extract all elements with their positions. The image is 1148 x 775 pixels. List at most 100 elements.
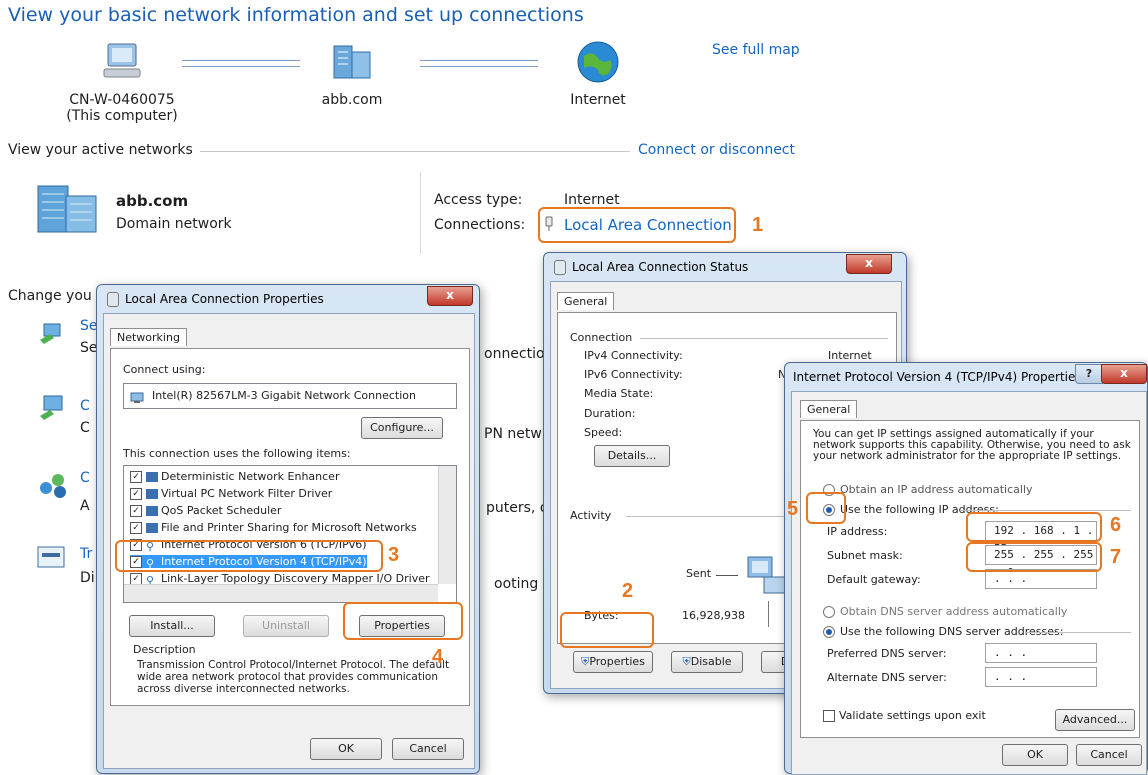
list-scrollbar-h[interactable] xyxy=(124,584,438,602)
configure-button[interactable]: Configure... xyxy=(361,417,443,439)
uninstall-button[interactable]: Uninstall xyxy=(243,615,329,637)
step-1-marker: 1 xyxy=(752,214,764,236)
help-button[interactable]: ? xyxy=(1075,364,1103,384)
network-building-icon xyxy=(36,180,100,236)
tab-general[interactable]: General xyxy=(557,292,615,310)
ip-address-label: IP address: xyxy=(827,525,888,538)
status-window-title: Local Area Connection Status xyxy=(572,260,749,274)
computer-name: CN-W-0460075 xyxy=(69,92,175,108)
validate-label: Validate settings upon exit xyxy=(839,709,986,722)
connect-using-label: Connect using: xyxy=(123,363,206,376)
ok-button[interactable]: OK xyxy=(310,738,382,760)
speed-label: Speed: xyxy=(584,426,623,439)
window-icon xyxy=(107,292,119,307)
change-item-2-desc: C xyxy=(80,420,90,436)
tab-networking[interactable]: Networking xyxy=(110,328,187,346)
bytes-value: 16,928,938 xyxy=(682,609,745,622)
step-2-marker: 2 xyxy=(622,580,634,602)
components-list[interactable]: ✓ Deterministic Network Enhancer ✓ Virtual… xyxy=(123,465,457,603)
default-gateway-label: Default gateway: xyxy=(827,573,921,586)
intro-text: You can get IP settings assigned automat… xyxy=(813,428,1131,462)
computer-sub: (This computer) xyxy=(66,108,178,124)
disable-button[interactable]: ⛨Disable xyxy=(671,651,743,673)
description-text: Transmission Control Protocol/Internet P… xyxy=(137,659,450,695)
step-6-marker: 6 xyxy=(1110,514,1122,536)
step-7-marker: 7 xyxy=(1110,546,1122,568)
disable-label: Disable xyxy=(690,655,732,668)
sent-label: Sent xyxy=(686,567,712,580)
change-item-3-title[interactable]: C xyxy=(80,470,90,486)
ipv4-connectivity-label: IPv4 Connectivity: xyxy=(584,349,683,362)
ipv4-connectivity-value: Internet xyxy=(828,349,872,362)
preferred-dns-field[interactable]: . . . xyxy=(985,643,1097,663)
details-button[interactable]: Details... xyxy=(594,445,670,467)
homegroup-icon xyxy=(38,470,68,500)
items-label: This connection uses the following items… xyxy=(123,447,351,460)
properties-window-title: Local Area Connection Properties xyxy=(125,292,324,306)
advanced-button[interactable]: Advanced... xyxy=(1055,709,1135,731)
connections-label: Connections: xyxy=(434,217,526,233)
peek-text-1: onnectio xyxy=(484,346,545,362)
window-icon xyxy=(554,260,566,275)
list-item[interactable]: ✓ Deterministic Network Enhancer xyxy=(130,470,339,483)
network-name: abb.com xyxy=(116,192,189,210)
close-button[interactable]: x xyxy=(427,286,473,306)
change-settings-label: Change you xyxy=(8,288,92,304)
domain-label: abb.com xyxy=(321,92,383,108)
default-gateway-field[interactable]: . . . xyxy=(985,569,1097,589)
globe-icon xyxy=(576,40,620,84)
cancel-button[interactable]: Cancel xyxy=(1076,744,1142,766)
install-button[interactable]: Install... xyxy=(129,615,215,637)
list-item[interactable]: ✓ QoS Packet Scheduler xyxy=(130,504,281,517)
change-item-3-desc: A xyxy=(80,498,90,514)
status-properties-button[interactable]: ⛨Properties xyxy=(573,651,653,673)
peek-text-2: PN netw xyxy=(484,426,542,442)
step-4-marker: 4 xyxy=(432,646,444,668)
step-3-marker: 3 xyxy=(388,544,400,566)
cancel-button[interactable]: Cancel xyxy=(392,738,464,760)
activity-group-label: Activity xyxy=(570,509,612,522)
change-item-4-title[interactable]: Tr xyxy=(80,546,92,562)
computer-icon xyxy=(102,42,142,80)
connection-group-label: Connection xyxy=(570,331,633,344)
alternate-dns-field[interactable]: . . . xyxy=(985,667,1097,687)
subnet-mask-label: Subnet mask: xyxy=(827,549,903,562)
use-following-dns-radio[interactable] xyxy=(823,626,835,638)
properties-window: Local Area Connection Properties x Netwo… xyxy=(96,284,480,774)
step-5-marker: 5 xyxy=(787,498,799,520)
peek-text-4: ooting i xyxy=(494,576,547,592)
page-title: View your basic network information and … xyxy=(8,4,584,26)
validate-checkbox[interactable] xyxy=(823,710,835,722)
list-item[interactable]: ✓ Virtual PC Network Filter Driver xyxy=(130,487,332,500)
list-item[interactable]: ✓ File and Printer Sharing for Microsoft … xyxy=(130,521,417,534)
change-item-4-desc: Di xyxy=(80,570,95,586)
adapter-box: Intel(R) 82567LM-3 Gigabit Network Conne… xyxy=(123,383,457,409)
setup-connection-icon xyxy=(38,318,68,348)
connect-or-disconnect-link[interactable]: Connect or disconnect xyxy=(638,142,795,158)
ipv4-window-title: Internet Protocol Version 4 (TCP/IPv4) P… xyxy=(793,370,1082,384)
close-button[interactable]: x xyxy=(846,254,892,274)
media-state-label: Media State: xyxy=(584,387,654,400)
obtain-dns-radio[interactable] xyxy=(823,606,835,618)
ok-button[interactable]: OK xyxy=(1002,744,1068,766)
change-item-1-desc: Se xyxy=(80,340,98,356)
adapter-name: Intel(R) 82567LM-3 Gigabit Network Conne… xyxy=(152,389,416,402)
peek-text-3: puters, o xyxy=(486,500,549,516)
change-item-1-title[interactable]: Se xyxy=(80,318,98,334)
obtain-ip-label: Obtain an IP address automatically xyxy=(840,483,1033,496)
troubleshoot-icon xyxy=(36,545,66,571)
see-full-map-link[interactable]: See full map xyxy=(712,42,800,58)
description-label: Description xyxy=(133,643,196,656)
network-type: Domain network xyxy=(116,216,232,232)
connect-network-icon xyxy=(38,392,68,422)
obtain-dns-label: Obtain DNS server address automatically xyxy=(840,605,1068,618)
list-scrollbar[interactable] xyxy=(438,466,456,584)
change-item-2-title[interactable]: C xyxy=(80,398,90,414)
domain-icon xyxy=(330,42,374,82)
duration-label: Duration: xyxy=(584,407,636,420)
ipv6-connectivity-label: IPv6 Connectivity: xyxy=(584,368,683,381)
preferred-dns-label: Preferred DNS server: xyxy=(827,647,947,660)
access-type-value: Internet xyxy=(564,192,620,208)
tab-general[interactable]: General xyxy=(800,400,858,418)
close-button[interactable]: x xyxy=(1101,364,1147,384)
